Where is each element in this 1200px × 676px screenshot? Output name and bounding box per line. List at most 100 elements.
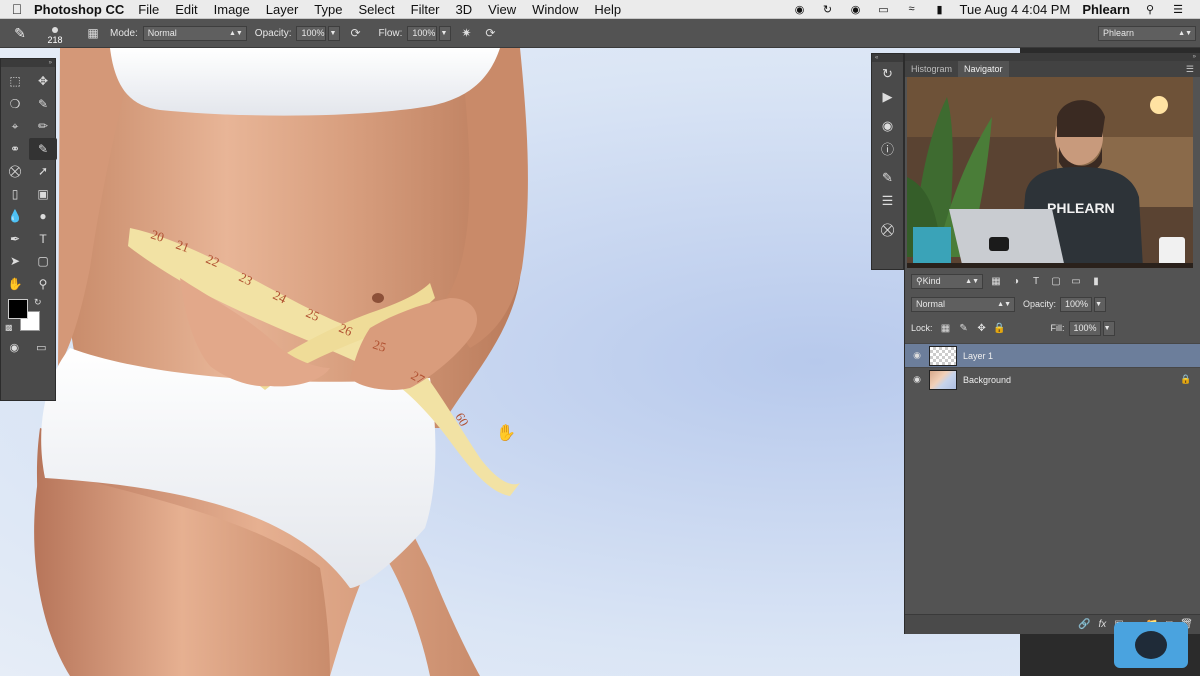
- zoom-tool-icon[interactable]: ⚲: [29, 273, 57, 296]
- lock-position-icon[interactable]: ✥: [973, 323, 991, 334]
- menu-layer[interactable]: Layer: [266, 2, 299, 17]
- strip-header[interactable]: «: [872, 54, 903, 62]
- link-layers-icon[interactable]: 🔗: [1078, 619, 1090, 630]
- navigator-preview[interactable]: PHLEARN: [907, 77, 1193, 268]
- visibility-eye-icon[interactable]: ◉: [905, 350, 929, 361]
- menu-view[interactable]: View: [488, 2, 516, 17]
- app-name[interactable]: Photoshop CC: [34, 2, 124, 17]
- visibility-eye-icon[interactable]: ◉: [905, 374, 929, 385]
- menu-type[interactable]: Type: [314, 2, 342, 17]
- default-colors-icon[interactable]: ▩: [5, 323, 13, 332]
- menu-filter[interactable]: Filter: [411, 2, 440, 17]
- type-tool-icon[interactable]: T: [29, 228, 57, 251]
- brush-panel-toggle-icon[interactable]: ▦: [84, 25, 102, 41]
- adjustments-icon[interactable]: ☰: [872, 189, 903, 212]
- crop-tool-icon[interactable]: ⌖: [1, 115, 29, 138]
- apple-icon[interactable]: : [0, 1, 34, 17]
- hand-tool-icon[interactable]: ✋: [1, 273, 29, 296]
- layer-opacity-dropdown[interactable]: ▼: [1094, 296, 1107, 312]
- lock-pixels-icon[interactable]: ✎: [955, 323, 973, 334]
- opacity-dropdown[interactable]: ▼: [328, 25, 341, 41]
- move-tool-icon[interactable]: ✥: [29, 70, 57, 93]
- clock[interactable]: Tue Aug 4 4:04 PM: [960, 2, 1071, 17]
- user-name[interactable]: Phlearn: [1082, 2, 1130, 17]
- layer-name[interactable]: Layer 1: [963, 351, 1200, 361]
- menu-file[interactable]: File: [138, 2, 159, 17]
- history-icon[interactable]: ↻: [872, 62, 903, 85]
- filter-adjustment-icon[interactable]: ◑: [1009, 274, 1023, 288]
- menu-help[interactable]: Help: [594, 2, 621, 17]
- brush-size-picker[interactable]: 218: [40, 21, 70, 45]
- filter-toggle-icon[interactable]: ▮: [1089, 274, 1103, 288]
- opacity-input[interactable]: 100%: [296, 25, 327, 41]
- layer-row-background[interactable]: ◉ Background 🔒: [905, 367, 1200, 391]
- gradient-tool-icon[interactable]: ▣: [29, 183, 57, 206]
- menu-edit[interactable]: Edit: [175, 2, 197, 17]
- lock-all-icon[interactable]: 🔒: [991, 323, 1009, 334]
- quick-mask-icon[interactable]: ◉: [9, 341, 19, 354]
- chat-widget-button[interactable]: [1114, 622, 1188, 668]
- path-selection-tool-icon[interactable]: ➤: [1, 250, 29, 273]
- screen-mode-icon[interactable]: ▭: [36, 341, 46, 354]
- fill-dropdown[interactable]: ▼: [1102, 320, 1115, 336]
- foreground-color-swatch[interactable]: [8, 299, 28, 319]
- wifi-icon[interactable]: ≈: [904, 3, 920, 16]
- sync-icon[interactable]: ↻: [820, 3, 836, 16]
- brush-tool-icon[interactable]: ✎: [29, 137, 57, 160]
- notification-center-icon[interactable]: ☰: [1170, 3, 1186, 16]
- clone-source-icon[interactable]: ⛒: [872, 218, 903, 241]
- menu-window[interactable]: Window: [532, 2, 578, 17]
- tools-panel-header[interactable]: »: [1, 59, 55, 67]
- history-brush-tool-icon[interactable]: ➚: [29, 160, 57, 183]
- menu-3d[interactable]: 3D: [456, 2, 473, 17]
- filter-shape-icon[interactable]: ▢: [1049, 274, 1063, 288]
- record-icon[interactable]: ◉: [848, 3, 864, 16]
- layer-opacity-input[interactable]: 100%: [1060, 296, 1093, 312]
- creative-cloud-icon[interactable]: ◉: [792, 3, 808, 16]
- channels-icon[interactable]: ◉: [872, 114, 903, 137]
- dodge-tool-icon[interactable]: ●: [29, 205, 57, 228]
- spotlight-search-icon[interactable]: ⚲: [1142, 3, 1158, 16]
- swap-colors-icon[interactable]: ↻: [34, 297, 42, 308]
- mode-select[interactable]: Normal ▲▼: [142, 25, 247, 41]
- panel-menu-icon[interactable]: ☰: [1186, 61, 1200, 77]
- pressure-size-icon[interactable]: ⟳: [481, 25, 499, 41]
- filter-type-icon[interactable]: T: [1029, 274, 1043, 288]
- layer-blend-mode-select[interactable]: Normal ▲▼: [911, 296, 1015, 312]
- layer-filter-kind-select[interactable]: ⚲ Kind ▲▼: [911, 273, 983, 289]
- eyedropper-tool-icon[interactable]: ✏: [29, 115, 57, 138]
- airplay-icon[interactable]: ▭: [876, 3, 892, 16]
- eraser-tool-icon[interactable]: ▯: [1, 183, 29, 206]
- battery-icon[interactable]: ▮: [932, 3, 948, 16]
- layer-name[interactable]: Background: [963, 375, 1180, 385]
- actions-play-icon[interactable]: ▶: [872, 85, 903, 108]
- document-canvas[interactable]: 20 21 22 23 24 25 26 27 25 60 ✋: [0, 48, 1020, 676]
- healing-brush-tool-icon[interactable]: ⚭: [1, 138, 29, 161]
- pen-tool-icon[interactable]: ✒: [1, 228, 29, 251]
- rectangle-tool-icon[interactable]: ▢: [29, 250, 57, 273]
- fill-input[interactable]: 100%: [1068, 320, 1101, 336]
- filter-smart-object-icon[interactable]: ▭: [1069, 274, 1083, 288]
- tab-histogram[interactable]: Histogram: [905, 61, 958, 77]
- pressure-opacity-icon[interactable]: ⟳: [346, 25, 364, 41]
- lock-transparent-icon[interactable]: ▦: [937, 323, 955, 334]
- marquee-tool-icon[interactable]: ⬚: [1, 70, 29, 93]
- info-icon[interactable]: ⓘ: [872, 137, 903, 160]
- flow-dropdown[interactable]: ▼: [439, 25, 452, 41]
- clone-stamp-tool-icon[interactable]: ⛒: [1, 160, 29, 183]
- panel-dock-header[interactable]: »: [905, 53, 1200, 61]
- flow-input[interactable]: 100%: [407, 25, 438, 41]
- menu-select[interactable]: Select: [358, 2, 394, 17]
- brush-presets-icon[interactable]: ✎: [872, 166, 903, 189]
- layer-row-layer-1[interactable]: ◉ Layer 1: [905, 343, 1200, 367]
- filter-pixel-icon[interactable]: ▦: [989, 274, 1003, 288]
- blur-tool-icon[interactable]: 💧: [1, 205, 29, 228]
- quick-select-tool-icon[interactable]: ✎: [29, 93, 57, 116]
- lasso-tool-icon[interactable]: ❍: [1, 93, 29, 116]
- tab-navigator[interactable]: Navigator: [958, 61, 1009, 77]
- airbrush-icon[interactable]: ✷: [457, 25, 475, 41]
- brush-tool-preset-icon[interactable]: ✎: [0, 25, 40, 42]
- menu-image[interactable]: Image: [214, 2, 250, 17]
- layer-style-fx-icon[interactable]: fx: [1099, 619, 1107, 630]
- workspace-select[interactable]: Phlearn ▲▼: [1098, 25, 1196, 41]
